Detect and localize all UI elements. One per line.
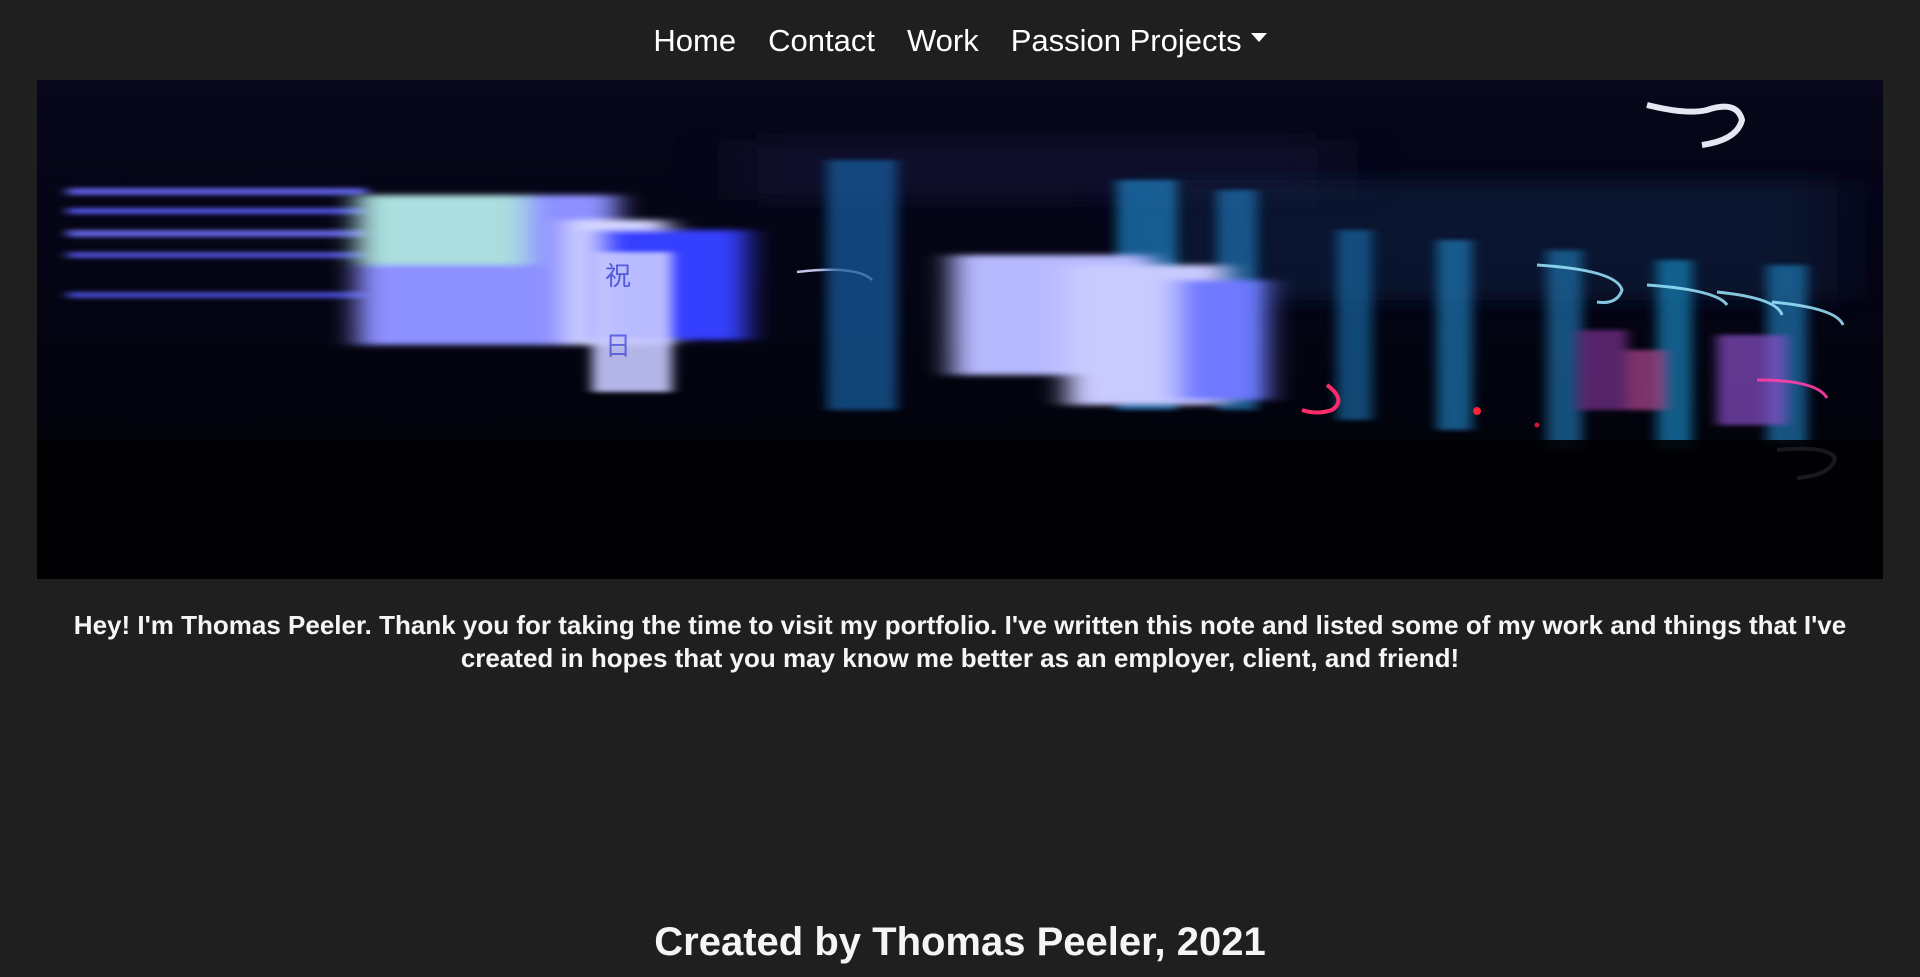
nav-contact-link[interactable]: Contact [752,25,891,56]
blurred-sign-glyph: 日 [605,332,631,362]
blurred-sign-glyph: 祝 [605,262,631,292]
nav-passion-projects-dropdown[interactable]: Passion Projects [995,25,1283,56]
hero-banner-image: 祝 日 [37,80,1883,579]
caret-down-icon [1250,32,1267,42]
footer-credit: Created by Thomas Peeler, 2021 [654,920,1266,964]
night-city-light-trails-photo: 祝 日 [37,80,1883,579]
intro-text: Hey! I'm Thomas Peeler. Thank you for ta… [73,610,1847,673]
top-navbar: Home Contact Work Passion Projects [0,0,1920,80]
nav-home-link[interactable]: Home [637,25,752,56]
nav-work-link[interactable]: Work [891,25,995,56]
nav-passion-projects-label: Passion Projects [1010,22,1242,58]
